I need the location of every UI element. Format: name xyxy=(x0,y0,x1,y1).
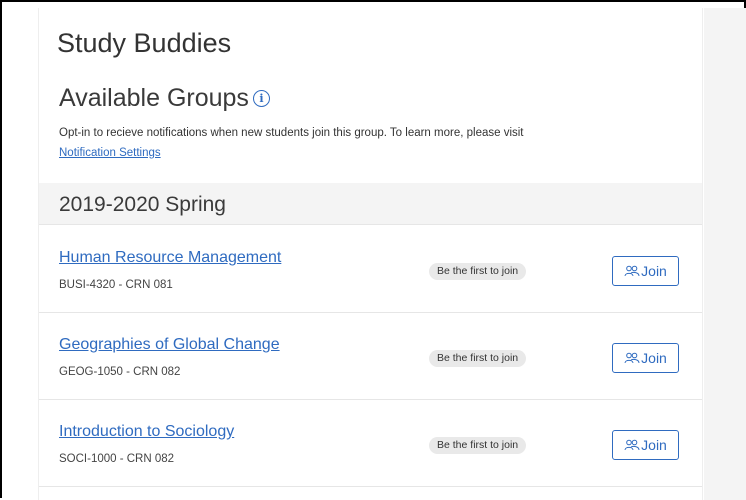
join-button[interactable]: Join xyxy=(612,343,679,373)
course-link[interactable]: Introduction to Sociology xyxy=(59,423,234,441)
join-button[interactable]: Join xyxy=(612,430,679,460)
study-buddies-panel: Study Buddies Available Groups i Opt-in … xyxy=(38,8,703,500)
users-icon xyxy=(624,439,640,451)
join-label: Join xyxy=(641,437,667,453)
term-header: 2019-2020 Spring xyxy=(39,183,702,225)
course-meta: GEOG-1050 - CRN 082 xyxy=(59,366,181,378)
notification-notice: Opt-in to recieve notifications when new… xyxy=(59,127,524,139)
join-label: Join xyxy=(641,263,667,279)
course-meta: BUSI-4320 - CRN 081 xyxy=(59,279,173,291)
users-icon xyxy=(624,265,640,277)
course-meta: SOCI-1000 - CRN 082 xyxy=(59,453,175,465)
right-gutter xyxy=(704,8,746,500)
status-badge: Be the first to join xyxy=(429,263,527,280)
window-frame: Study Buddies Available Groups i Opt-in … xyxy=(0,0,746,500)
group-row: Human Resource Management BUSI-4320 - CR… xyxy=(39,226,702,313)
group-row: Introduction to Sociology SOCI-1000 - CR… xyxy=(39,400,702,487)
join-label: Join xyxy=(641,350,667,366)
course-link[interactable]: Human Resource Management xyxy=(59,249,281,267)
section-title-text: Available Groups xyxy=(59,84,249,112)
section-title-available-groups: Available Groups i xyxy=(59,84,270,113)
status-badge: Be the first to join xyxy=(429,437,527,454)
group-row: Geographies of Global Change GEOG-1050 -… xyxy=(39,313,702,400)
page-title: Study Buddies xyxy=(57,28,232,58)
term-title: 2019-2020 Spring xyxy=(59,193,226,216)
join-button[interactable]: Join xyxy=(612,256,679,286)
course-link[interactable]: Geographies of Global Change xyxy=(59,336,280,354)
notification-settings-link[interactable]: Notification Settings xyxy=(59,147,161,159)
users-icon xyxy=(624,352,640,364)
info-circle-icon[interactable]: i xyxy=(252,90,270,107)
status-badge: Be the first to join xyxy=(429,350,527,367)
